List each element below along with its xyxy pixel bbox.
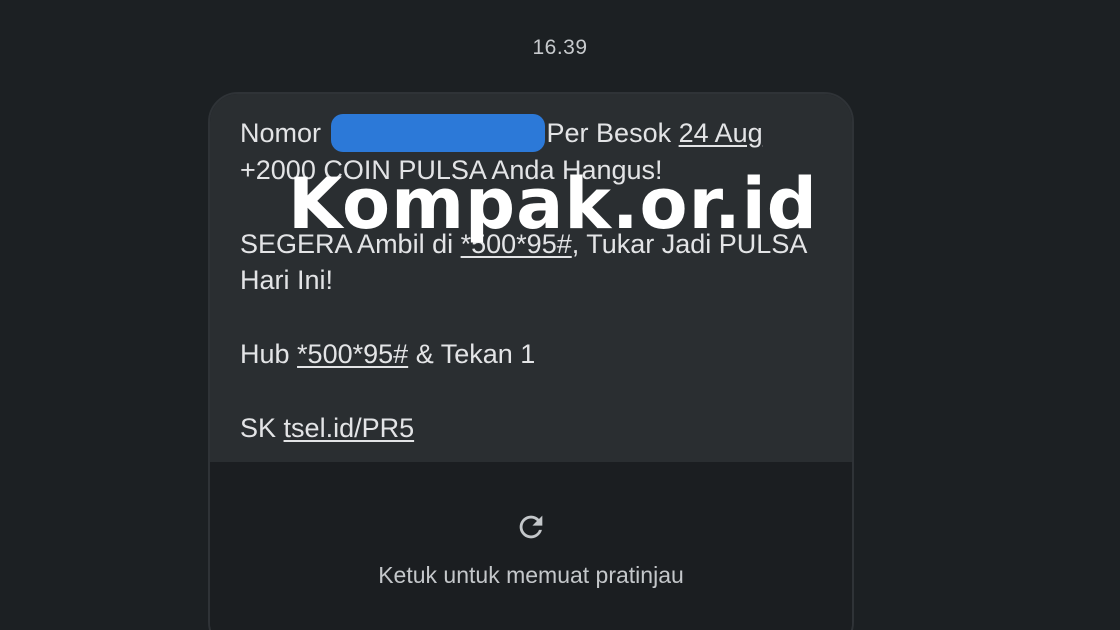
message-text: Hub [240,339,290,369]
preview-label[interactable]: Ketuk untuk memuat pratinjau [210,562,852,589]
redacted-number [330,114,545,152]
message-text: & Tekan 1 [415,339,536,369]
message-timestamp: 16.39 [532,36,588,59]
url-link[interactable]: tsel.id/PR5 [284,413,415,443]
message-text: Per Besok [546,118,672,148]
watermark-text: Kompak.or.id [288,163,818,245]
message-text: Nomor [240,118,322,148]
message-paragraph-4: SK tsel.id/PR5 [240,410,822,446]
message-paragraph-3: Hub *500*95# & Tekan 1 [240,336,822,372]
message-text: SK [240,413,277,443]
reload-icon[interactable] [514,510,548,544]
link-preview[interactable]: Ketuk untuk memuat pratinjau [210,462,852,630]
message-body: Nomor Per Besok 24 Aug +2000 COIN PULSA … [210,94,852,462]
conversation-screen: 16.39 Nomor Per Besok 24 Aug +2000 COIN … [0,0,1120,630]
ussd-code-link[interactable]: *500*95# [297,339,408,369]
date-link[interactable]: 24 Aug [679,118,763,148]
